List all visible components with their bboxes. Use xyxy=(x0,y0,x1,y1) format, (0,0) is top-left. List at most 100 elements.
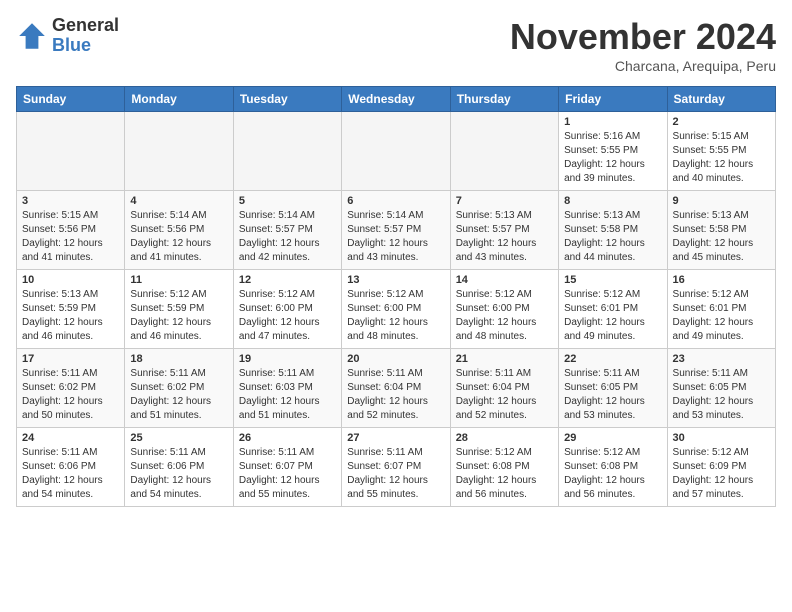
calendar-cell: 21Sunrise: 5:11 AMSunset: 6:04 PMDayligh… xyxy=(450,349,558,428)
day-info: Sunrise: 5:15 AMSunset: 5:55 PMDaylight:… xyxy=(673,130,770,186)
day-number: 21 xyxy=(456,353,553,365)
day-number: 7 xyxy=(456,195,553,207)
calendar-cell: 4 Sunrise: 5:14 AMSunset: 5:56 PMDaylight… xyxy=(125,191,233,270)
day-number: 16 xyxy=(673,274,770,286)
day-number: 22 xyxy=(564,353,661,365)
day-number: 12 xyxy=(239,274,336,286)
calendar-cell: 9 Sunrise: 5:13 AMSunset: 5:58 PMDaylight… xyxy=(667,191,775,270)
day-number: 2 xyxy=(673,116,770,128)
day-info: Sunrise: 5:14 AMSunset: 5:57 PMDaylight:… xyxy=(347,209,444,265)
day-number: 30 xyxy=(673,432,770,444)
calendar-cell: 30 Sunrise: 5:12 AMSunset: 6:09 PMDayligh… xyxy=(667,428,775,507)
calendar-cell: 23 Sunrise: 5:11 AMSunset: 6:05 PMDayligh… xyxy=(667,349,775,428)
day-number: 1 xyxy=(564,116,661,128)
calendar-cell xyxy=(342,112,450,191)
day-number: 13 xyxy=(347,274,444,286)
day-info: Sunrise: 5:16 AMSunset: 5:55 PMDaylight:… xyxy=(564,130,661,186)
day-number: 9 xyxy=(673,195,770,207)
day-number: 27 xyxy=(347,432,444,444)
location-subtitle: Charcana, Arequipa, Peru xyxy=(510,58,776,74)
day-number: 14 xyxy=(456,274,553,286)
day-number: 5 xyxy=(239,195,336,207)
calendar-cell: 29Sunrise: 5:12 AMSunset: 6:08 PMDayligh… xyxy=(559,428,667,507)
day-number: 18 xyxy=(130,353,227,365)
day-number: 24 xyxy=(22,432,119,444)
calendar-cell: 16 Sunrise: 5:12 AMSunset: 6:01 PMDayligh… xyxy=(667,270,775,349)
calendar-cell: 17 Sunrise: 5:11 AMSunset: 6:02 PMDayligh… xyxy=(17,349,125,428)
day-info: Sunrise: 5:11 AMSunset: 6:05 PMDaylight:… xyxy=(673,367,770,423)
weekday-header-friday: Friday xyxy=(559,87,667,112)
day-number: 15 xyxy=(564,274,661,286)
day-info: Sunrise: 5:11 AMSunset: 6:02 PMDaylight:… xyxy=(22,367,119,423)
day-info: Sunrise: 5:11 AMSunset: 6:02 PMDaylight:… xyxy=(130,367,227,423)
day-number: 26 xyxy=(239,432,336,444)
weekday-header-row: SundayMondayTuesdayWednesdayThursdayFrid… xyxy=(17,87,776,112)
day-number: 10 xyxy=(22,274,119,286)
week-row-4: 17 Sunrise: 5:11 AMSunset: 6:02 PMDayligh… xyxy=(17,349,776,428)
page-header: General Blue November 2024 Charcana, Are… xyxy=(16,16,776,74)
day-info: Sunrise: 5:13 AMSunset: 5:59 PMDaylight:… xyxy=(22,288,119,344)
day-number: 28 xyxy=(456,432,553,444)
calendar-cell xyxy=(450,112,558,191)
calendar-cell: 5 Sunrise: 5:14 AMSunset: 5:57 PMDaylight… xyxy=(233,191,341,270)
calendar-table: SundayMondayTuesdayWednesdayThursdayFrid… xyxy=(16,86,776,507)
calendar-cell: 14 Sunrise: 5:12 AMSunset: 6:00 PMDayligh… xyxy=(450,270,558,349)
calendar-cell: 12 Sunrise: 5:12 AMSunset: 6:00 PMDayligh… xyxy=(233,270,341,349)
day-number: 3 xyxy=(22,195,119,207)
logo-general-text: General xyxy=(52,16,119,36)
day-info: Sunrise: 5:11 AMSunset: 6:06 PMDaylight:… xyxy=(22,446,119,502)
calendar-cell xyxy=(17,112,125,191)
week-row-2: 3Sunrise: 5:15 AMSunset: 5:56 PMDaylight… xyxy=(17,191,776,270)
day-info: Sunrise: 5:12 AMSunset: 5:59 PMDaylight:… xyxy=(130,288,227,344)
day-info: Sunrise: 5:12 AMSunset: 6:01 PMDaylight:… xyxy=(564,288,661,344)
calendar-cell: 19Sunrise: 5:11 AMSunset: 6:03 PMDayligh… xyxy=(233,349,341,428)
day-info: Sunrise: 5:14 AMSunset: 5:56 PMDaylight:… xyxy=(130,209,227,265)
day-info: Sunrise: 5:11 AMSunset: 6:06 PMDaylight:… xyxy=(130,446,227,502)
week-row-3: 10 Sunrise: 5:13 AMSunset: 5:59 PMDayligh… xyxy=(17,270,776,349)
calendar-cell: 8Sunrise: 5:13 AMSunset: 5:58 PMDaylight… xyxy=(559,191,667,270)
calendar-cell xyxy=(125,112,233,191)
logo-blue-text: Blue xyxy=(52,36,119,56)
calendar-cell: 3Sunrise: 5:15 AMSunset: 5:56 PMDaylight… xyxy=(17,191,125,270)
day-info: Sunrise: 5:11 AMSunset: 6:07 PMDaylight:… xyxy=(347,446,444,502)
day-info: Sunrise: 5:12 AMSunset: 6:00 PMDaylight:… xyxy=(456,288,553,344)
calendar-cell: 20Sunrise: 5:11 AMSunset: 6:04 PMDayligh… xyxy=(342,349,450,428)
weekday-header-monday: Monday xyxy=(125,87,233,112)
week-row-1: 1 Sunrise: 5:16 AMSunset: 5:55 PMDaylight… xyxy=(17,112,776,191)
day-info: Sunrise: 5:11 AMSunset: 6:05 PMDaylight:… xyxy=(564,367,661,423)
calendar-cell: 2 Sunrise: 5:15 AMSunset: 5:55 PMDaylight… xyxy=(667,112,775,191)
calendar-cell: 11 Sunrise: 5:12 AMSunset: 5:59 PMDayligh… xyxy=(125,270,233,349)
day-info: Sunrise: 5:12 AMSunset: 6:01 PMDaylight:… xyxy=(673,288,770,344)
month-title: November 2024 xyxy=(510,16,776,58)
day-info: Sunrise: 5:12 AMSunset: 6:00 PMDaylight:… xyxy=(347,288,444,344)
calendar-cell: 26 Sunrise: 5:11 AMSunset: 6:07 PMDayligh… xyxy=(233,428,341,507)
day-info: Sunrise: 5:11 AMSunset: 6:04 PMDaylight:… xyxy=(347,367,444,423)
day-number: 11 xyxy=(130,274,227,286)
calendar-cell: 22 Sunrise: 5:11 AMSunset: 6:05 PMDayligh… xyxy=(559,349,667,428)
title-block: November 2024 Charcana, Arequipa, Peru xyxy=(510,16,776,74)
calendar-cell: 7Sunrise: 5:13 AMSunset: 5:57 PMDaylight… xyxy=(450,191,558,270)
day-info: Sunrise: 5:13 AMSunset: 5:58 PMDaylight:… xyxy=(673,209,770,265)
day-number: 4 xyxy=(130,195,227,207)
weekday-header-tuesday: Tuesday xyxy=(233,87,341,112)
calendar-cell xyxy=(233,112,341,191)
calendar-cell: 28 Sunrise: 5:12 AMSunset: 6:08 PMDayligh… xyxy=(450,428,558,507)
day-info: Sunrise: 5:11 AMSunset: 6:03 PMDaylight:… xyxy=(239,367,336,423)
weekday-header-saturday: Saturday xyxy=(667,87,775,112)
logo: General Blue xyxy=(16,16,119,56)
day-number: 6 xyxy=(347,195,444,207)
day-info: Sunrise: 5:12 AMSunset: 6:00 PMDaylight:… xyxy=(239,288,336,344)
day-info: Sunrise: 5:12 AMSunset: 6:08 PMDaylight:… xyxy=(564,446,661,502)
day-number: 17 xyxy=(22,353,119,365)
day-info: Sunrise: 5:11 AMSunset: 6:07 PMDaylight:… xyxy=(239,446,336,502)
day-number: 23 xyxy=(673,353,770,365)
week-row-5: 24 Sunrise: 5:11 AMSunset: 6:06 PMDayligh… xyxy=(17,428,776,507)
calendar-cell: 13 Sunrise: 5:12 AMSunset: 6:00 PMDayligh… xyxy=(342,270,450,349)
day-info: Sunrise: 5:12 AMSunset: 6:08 PMDaylight:… xyxy=(456,446,553,502)
day-number: 8 xyxy=(564,195,661,207)
calendar-cell: 15 Sunrise: 5:12 AMSunset: 6:01 PMDayligh… xyxy=(559,270,667,349)
day-number: 25 xyxy=(130,432,227,444)
day-info: Sunrise: 5:14 AMSunset: 5:57 PMDaylight:… xyxy=(239,209,336,265)
calendar-cell: 24 Sunrise: 5:11 AMSunset: 6:06 PMDayligh… xyxy=(17,428,125,507)
day-info: Sunrise: 5:12 AMSunset: 6:09 PMDaylight:… xyxy=(673,446,770,502)
